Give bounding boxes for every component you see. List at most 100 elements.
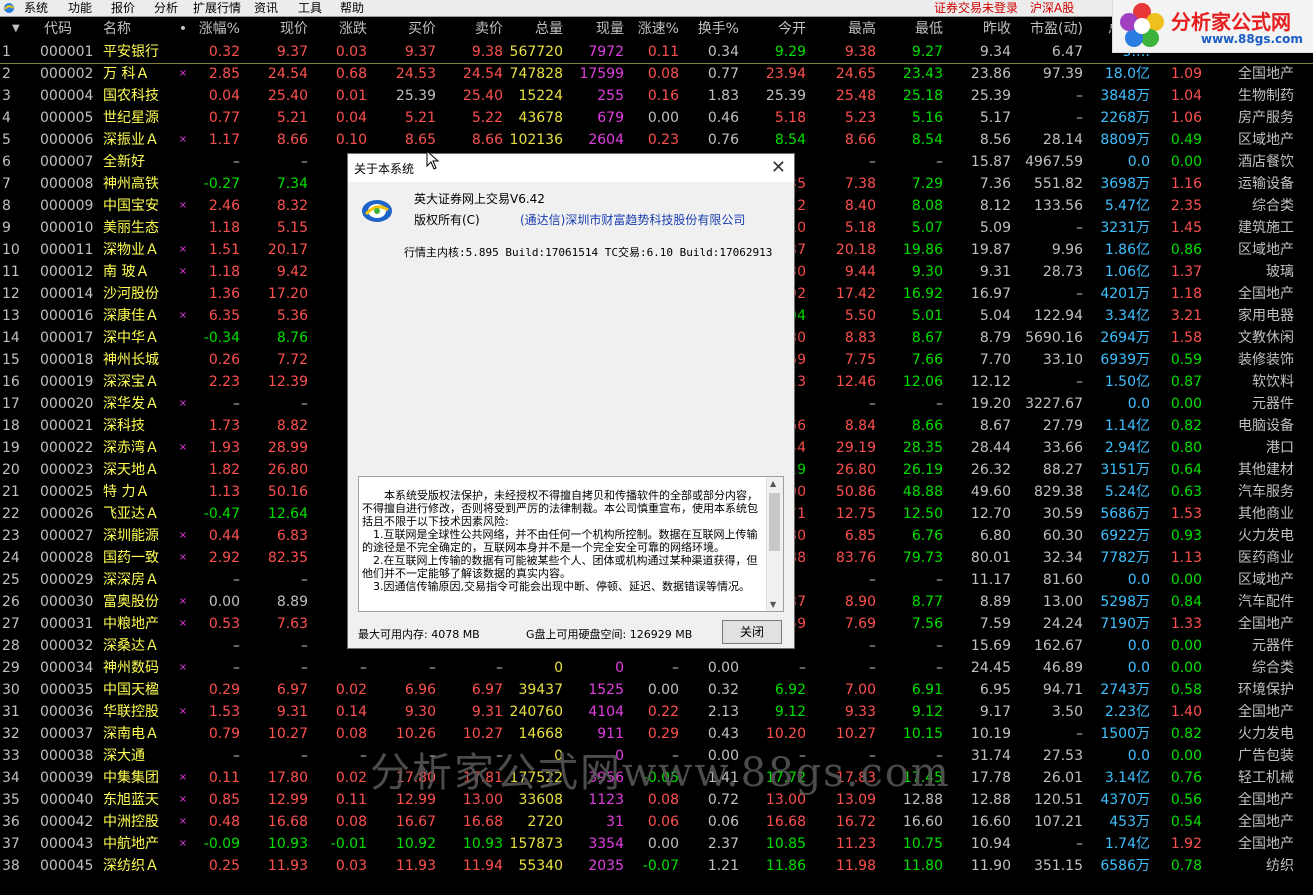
cell-total-volume: 15224 [518, 88, 563, 104]
cell-favorite-mark [176, 415, 190, 437]
menu-system[interactable]: 系统 [24, 0, 48, 16]
cell-high-price: 8.83 [844, 330, 876, 346]
cell-volume-ratio: 0.82 [1170, 418, 1202, 434]
market-status[interactable]: 沪深A股 [1030, 0, 1074, 16]
column-header-change[interactable]: 涨跌 [312, 17, 367, 41]
cell-stock-name: 美丽生态 [103, 220, 159, 236]
column-header-ask-price[interactable]: 卖价 [440, 17, 503, 41]
menu-extended-market[interactable]: 扩展行情 [193, 0, 241, 16]
cell-price: 10.27 [267, 726, 308, 742]
cell-amount: 1.06亿 [1104, 264, 1150, 280]
cell-total-volume: 55340 [518, 858, 563, 874]
scroll-down-icon[interactable]: ▼ [770, 600, 776, 609]
menu-function[interactable]: 功能 [68, 0, 92, 16]
cell-pe-ratio: 6.47 [1051, 44, 1083, 60]
cell-amount: 8809万 [1100, 132, 1150, 148]
cell-volume-ratio: 0.00 [1170, 572, 1202, 588]
cell-change-percent: 2.46 [208, 198, 240, 214]
cell-prev-close: 12.88 [970, 792, 1011, 808]
cell-prev-close: 80.01 [970, 550, 1011, 566]
cell-change-percent: 0.79 [208, 726, 240, 742]
table-row[interactable]: 38 000045 深纺织Ａ 0.25 11.93 0.03 11.93 11.94 55340… [0, 855, 1313, 877]
cell-stock-code: 000026 [40, 506, 94, 522]
menu-tools[interactable]: 工具 [298, 0, 322, 16]
column-header-low-price[interactable]: 最低 [878, 17, 943, 41]
column-header-speed[interactable]: 涨速% [627, 17, 679, 41]
column-header-total-volume[interactable]: 总量 [505, 17, 563, 41]
cell-favorite-mark [176, 173, 190, 195]
cell-low-price: 6.76 [911, 528, 943, 544]
column-header-bid-price[interactable]: 买价 [370, 17, 436, 41]
menu-quote[interactable]: 报价 [111, 0, 135, 16]
column-header-favorite-mark[interactable]: • [176, 17, 190, 41]
column-header-high-price[interactable]: 最高 [810, 17, 876, 41]
column-header-stock-code[interactable]: 代码 [44, 17, 100, 41]
cell-low-price: 9.30 [911, 264, 943, 280]
table-row[interactable]: 37 000043 中航地产 × -0.09 10.93 -0.01 10.92 10.93 15… [0, 833, 1313, 855]
table-row[interactable]: 2 000002 万 科Ａ × 2.85 24.54 0.68 24.53 24.54 74782… [0, 63, 1313, 85]
cell-industry: 全国地产 [1238, 66, 1294, 82]
cell-favorite-mark [176, 745, 190, 767]
cell-industry: 综合类 [1252, 198, 1294, 214]
cell-favorite-mark [176, 349, 190, 371]
table-row[interactable]: 5 000006 深振业Ａ × 1.17 8.66 0.10 8.65 8.66 102136 26… [0, 129, 1313, 151]
cell-stock-code: 000045 [40, 858, 94, 874]
cell-volume-ratio: 1.45 [1170, 220, 1202, 236]
cell-industry: 房产服务 [1238, 110, 1294, 126]
cell-pe-ratio: 81.60 [1042, 572, 1083, 588]
cell-industry: 全国地产 [1238, 836, 1294, 852]
column-header-stock-name[interactable]: 名称 [103, 17, 173, 41]
disclaimer-textbox[interactable]: 本系统受版权法保护，未经授权不得擅自拷贝和传播软件的全部或部分内容，不得擅自进行… [358, 476, 784, 612]
column-header-pe-ratio[interactable]: 市盈(动) [1014, 17, 1083, 41]
table-row[interactable]: 31 000036 华联控股 × 1.53 9.31 0.14 9.30 9.31 240760 4… [0, 701, 1313, 723]
scroll-up-icon[interactable]: ▲ [770, 479, 776, 488]
cell-stock-code: 000035 [40, 682, 94, 698]
column-header-current-volume[interactable]: 现量 [565, 17, 624, 41]
cell-low-price: 12.06 [902, 374, 943, 390]
table-row[interactable]: 3 000004 国农科技 0.04 25.40 0.01 25.39 25.40 15224 2… [0, 85, 1313, 107]
table-row[interactable]: 36 000042 中洲控股 × 0.48 16.68 0.08 16.67 16.68 2720… [0, 811, 1313, 833]
cell-stock-name: 中集集团 [103, 770, 159, 786]
cell-favorite-mark: × [178, 398, 188, 409]
cell-amount: 0.0 [1127, 572, 1150, 588]
column-header-price[interactable]: 现价 [244, 17, 308, 41]
close-button[interactable]: 关闭 [722, 620, 782, 644]
column-header-turnover[interactable]: 换手% [680, 17, 739, 41]
cell-stock-name: 飞亚达Ａ [103, 506, 159, 522]
column-header-open-price[interactable]: 今开 [742, 17, 806, 41]
cell-low-price: – [936, 660, 943, 676]
sort-arrow-icon[interactable]: ▼ [12, 17, 26, 41]
cell-open-price: 23.94 [765, 66, 806, 82]
cell-change: 0.14 [335, 704, 367, 720]
cell-change: – [360, 660, 367, 676]
disclaimer-scrollbar[interactable]: ▲ ▼ [766, 477, 783, 611]
cell-pe-ratio: 162.67 [1034, 638, 1083, 654]
cell-prev-close: 19.20 [970, 396, 1011, 412]
close-icon[interactable]: ✕ [771, 157, 786, 178]
cell-low-price: 11.80 [902, 858, 943, 874]
cell-industry: 区域地产 [1238, 132, 1294, 148]
cell-bid-price: 8.65 [404, 132, 436, 148]
cell-row-number: 38 [2, 858, 20, 874]
cell-pe-ratio: – [1076, 726, 1083, 742]
menu-info[interactable]: 资讯 [254, 0, 278, 16]
column-header-change-percent[interactable]: 涨幅% [190, 17, 240, 41]
table-row[interactable]: 30 000035 中国天楹 0.29 6.97 0.02 6.96 6.97 39437 152… [0, 679, 1313, 701]
cell-speed: 0.16 [647, 88, 679, 104]
cell-high-price: – [869, 572, 876, 588]
cell-stock-code: 000025 [40, 484, 94, 500]
cell-favorite-mark [176, 481, 190, 503]
dialog-titlebar[interactable]: 关于本系统 ✕ [348, 154, 794, 182]
login-status[interactable]: 证券交易未登录 [934, 0, 1018, 16]
cell-stock-code: 000018 [40, 352, 94, 368]
menu-analysis[interactable]: 分析 [154, 0, 178, 16]
column-header-prev-close[interactable]: 昨收 [945, 17, 1011, 41]
cell-stock-name: 神州数码 [103, 660, 159, 676]
cell-stock-code: 000011 [40, 242, 94, 258]
table-row[interactable]: 4 000005 世纪星源 0.77 5.21 0.04 5.21 5.22 43678 679 0… [0, 107, 1313, 129]
cell-amount: 1.14亿 [1104, 418, 1150, 434]
scroll-thumb[interactable] [769, 493, 780, 551]
menu-help[interactable]: 帮助 [340, 0, 364, 16]
cell-stock-code: 000038 [40, 748, 94, 764]
table-row[interactable]: 29 000034 神州数码 × – – – – – 0 0 – 0.00 – – – 24.45 46.89 0.… [0, 657, 1313, 679]
